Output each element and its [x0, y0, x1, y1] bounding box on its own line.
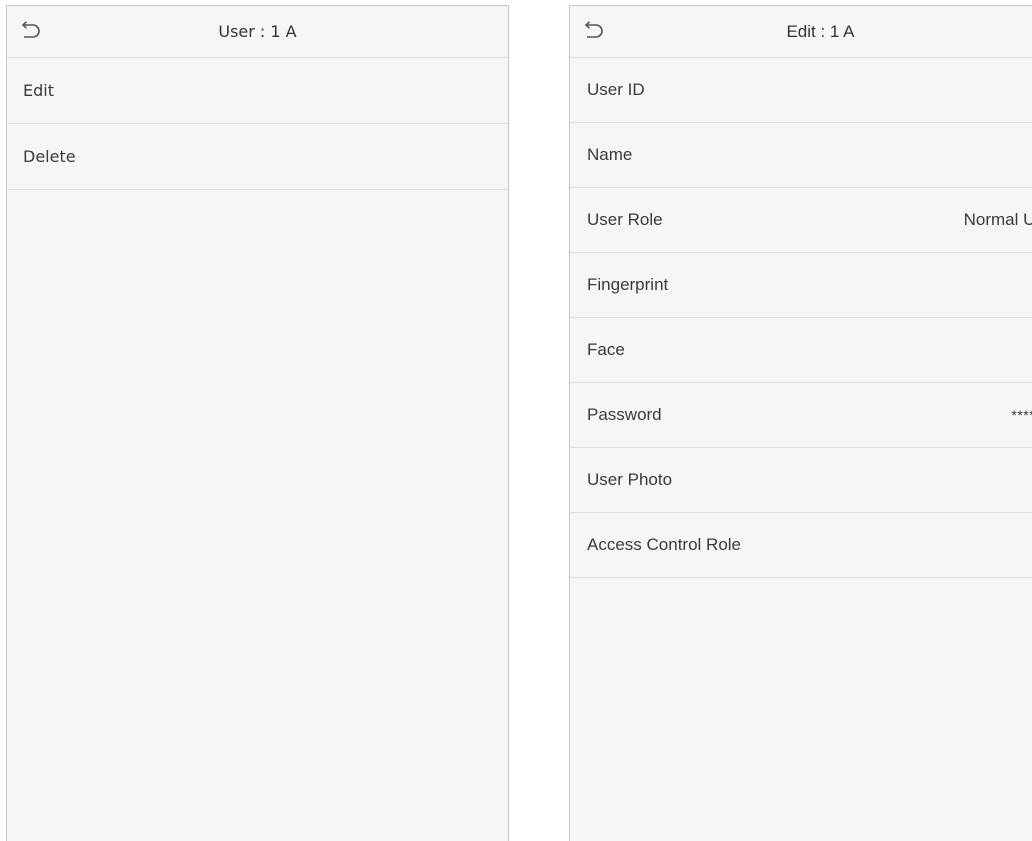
field-label: User Photo: [587, 470, 673, 489]
user-options-screen: User : 1 A Edit Delete: [6, 5, 509, 841]
field-label: Name: [587, 145, 633, 164]
field-value: ********: [1011, 407, 1032, 423]
menu-item-label: Edit: [23, 81, 54, 100]
field-access-control-role[interactable]: Access Control Role: [570, 513, 1032, 578]
field-face[interactable]: Face 1: [570, 318, 1032, 383]
field-user-photo[interactable]: User Photo 0: [570, 448, 1032, 513]
title-bar: Edit : 1 A: [570, 6, 1032, 58]
field-user-id[interactable]: User ID 1: [570, 58, 1032, 123]
field-label: Password: [587, 405, 662, 424]
field-label: Face: [587, 340, 625, 359]
page-title: User : 1 A: [218, 22, 297, 41]
field-user-role[interactable]: User Role Normal User: [570, 188, 1032, 253]
menu-item-delete[interactable]: Delete: [7, 124, 508, 190]
title-bar: User : 1 A: [7, 6, 508, 58]
field-label: User ID: [587, 80, 645, 99]
edit-user-screen: Edit : 1 A User ID 1 Name A User Role No…: [569, 5, 1032, 841]
field-fingerprint[interactable]: Fingerprint 1: [570, 253, 1032, 318]
menu-item-label: Delete: [23, 147, 76, 166]
field-label: User Role: [587, 210, 663, 229]
field-label: Fingerprint: [587, 275, 669, 294]
menu-item-edit[interactable]: Edit: [7, 58, 508, 124]
field-password[interactable]: Password ********: [570, 383, 1032, 448]
field-value: Normal User: [963, 210, 1032, 229]
field-label: Access Control Role: [587, 535, 742, 554]
page-title: Edit : 1 A: [786, 22, 855, 41]
field-name[interactable]: Name A: [570, 123, 1032, 188]
